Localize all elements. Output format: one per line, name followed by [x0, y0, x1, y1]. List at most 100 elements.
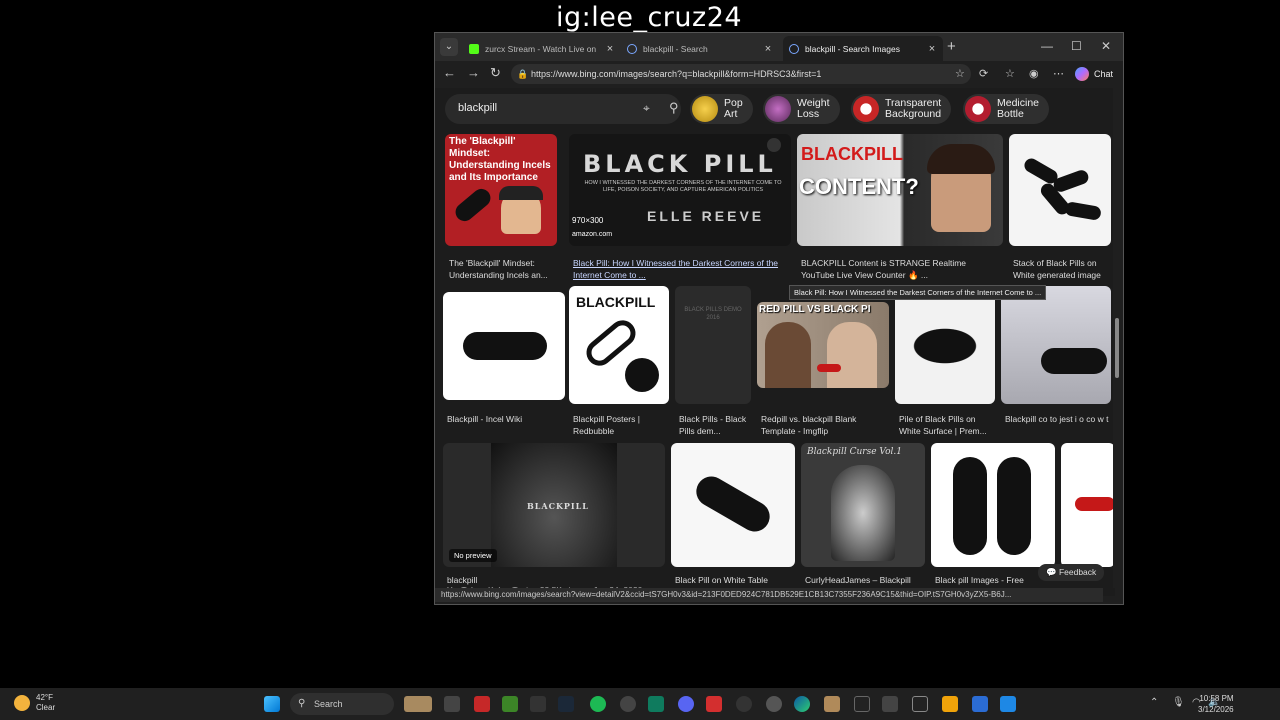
app-icon[interactable] — [648, 696, 664, 712]
taskbar-search[interactable]: ⚲ Search — [290, 693, 394, 715]
start-icon[interactable] — [264, 696, 280, 712]
app-icon[interactable] — [972, 696, 988, 712]
hover-tooltip: Black Pill: How I Witnessed the Darkest … — [789, 285, 1047, 300]
result-thumbnail — [931, 443, 1055, 567]
site-info-icon[interactable]: 🔒 — [517, 64, 528, 84]
address-bar[interactable]: 🔒 https://www.bing.com/images/search?q=b… — [511, 64, 971, 84]
tab-search-images[interactable]: blackpill - Search Images × — [783, 36, 943, 61]
visual-search-icon[interactable] — [767, 138, 781, 152]
result-caption[interactable]: Black pill Images - Free — [935, 575, 1055, 587]
steam-icon[interactable] — [558, 696, 574, 712]
chip-medicine-bottle[interactable]: Medicine Bottle — [963, 94, 1050, 124]
search-icon — [627, 43, 637, 54]
result-caption[interactable]: Black Pill: How I Witnessed the Darkest … — [573, 258, 789, 281]
result-caption[interactable]: Redpill vs. blackpill Blank Template - I… — [761, 414, 889, 437]
profile-icon[interactable]: ◉ — [1029, 67, 1039, 80]
file-explorer-icon[interactable] — [942, 696, 958, 712]
clock-date: 3/12/2026 — [1198, 705, 1234, 714]
watermark-text: ig:lee_cruz24 — [556, 2, 743, 33]
more-menu-icon[interactable]: ⋯ — [1053, 67, 1064, 80]
result-thumbnail: BLACK PILL HOW I WITNESSED THE DARKEST C… — [569, 134, 791, 246]
app-icon[interactable] — [824, 696, 840, 712]
search-icon[interactable]: ⚲ — [669, 100, 679, 116]
chip-label: Weight Loss — [797, 97, 830, 120]
result-caption[interactable]: Blackpill Posters | Redbubble — [573, 414, 669, 437]
minimize-icon[interactable]: — — [1041, 39, 1053, 53]
weather-icon — [14, 695, 30, 711]
close-tab-icon[interactable]: × — [927, 43, 937, 55]
scrollbar-thumb[interactable] — [1115, 318, 1119, 378]
app-icon[interactable] — [1000, 696, 1016, 712]
tab-search[interactable]: blackpill - Search × — [621, 36, 779, 61]
result-caption[interactable]: Stack of Black Pills on White generated … — [1013, 258, 1111, 281]
forward-icon[interactable]: → — [467, 65, 480, 80]
spotify-icon[interactable] — [590, 696, 606, 712]
extensions-icon[interactable]: ⟳ — [979, 67, 988, 80]
chip-label: Medicine Bottle — [997, 97, 1040, 120]
favorites-icon[interactable]: ☆ — [1005, 67, 1015, 80]
close-tab-icon[interactable]: × — [605, 43, 615, 55]
mic-icon[interactable]: 🎙 — [1172, 697, 1185, 708]
search-icon — [789, 43, 799, 54]
tab-actions-button[interactable]: ⌄ — [440, 38, 458, 56]
edge-icon[interactable] — [794, 696, 810, 712]
chip-label: Transparent Background — [885, 97, 942, 120]
result-thumbnail: Blackpill Curse Vol.1 — [801, 443, 925, 567]
result-caption[interactable]: CurlyHeadJames – Blackpill — [805, 575, 925, 587]
result-thumbnail — [1061, 443, 1115, 567]
favorite-star-icon[interactable]: ☆ — [955, 67, 965, 80]
obs-icon[interactable] — [620, 696, 636, 712]
tab-title: blackpill - Search — [643, 43, 708, 54]
app-icon[interactable] — [854, 696, 870, 712]
refresh-icon[interactable]: ↻ — [490, 65, 501, 81]
task-view-icon[interactable] — [444, 696, 460, 712]
feedback-button[interactable]: 💬 Feedback — [1038, 564, 1105, 581]
chip-transparent-background[interactable]: Transparent Background — [851, 94, 952, 124]
clock[interactable]: 10:58 PM 3/12/2026 — [1198, 693, 1234, 715]
bing-images-page: blackpill ⌖ ⚲ Pop Art Weight Loss Transp… — [435, 88, 1115, 596]
image-results-grid: The 'Blackpill' Mindset: Understanding I… — [435, 134, 1115, 596]
adobe-icon[interactable] — [474, 696, 490, 712]
tab-kick[interactable]: zurcx Stream - Watch Live on × — [463, 36, 621, 61]
search-highlight-icon — [404, 696, 432, 712]
app-icon[interactable] — [882, 696, 898, 712]
search-icon: ⚲ — [298, 698, 306, 709]
search-input[interactable]: blackpill ⌖ ⚲ — [445, 94, 681, 124]
url-text: https://www.bing.com/images/search?q=bla… — [531, 69, 822, 79]
result-caption[interactable]: Black Pills - Black Pills dem... — [679, 414, 751, 437]
result-caption[interactable]: Pile of Black Pills on White Surface | P… — [899, 414, 995, 437]
minecraft-icon[interactable] — [502, 696, 518, 712]
new-tab-icon[interactable]: + — [947, 38, 956, 55]
result-caption[interactable]: Blackpill - Incel Wiki — [447, 414, 565, 426]
thumbnail-text: BLACKPILL — [576, 294, 656, 310]
maximize-icon[interactable]: ☐ — [1071, 39, 1082, 53]
chip-weight-loss[interactable]: Weight Loss — [763, 94, 840, 124]
result-thumbnail: RED PILL VS BLACK PI — [757, 302, 889, 388]
result-caption[interactable]: BLACKPILL Content is STRANGE Realtime Yo… — [801, 258, 997, 281]
thumbnail-text: BLACKPILL — [801, 144, 903, 164]
app-icon[interactable] — [736, 696, 752, 712]
windows-taskbar: 42°F Clear ⚲ Search ⌃ 🎙 ◠ 🔈 10:58 PM 3/1… — [0, 688, 1280, 720]
chip-pop-art[interactable]: Pop Art — [690, 94, 753, 124]
copilot-chat-button[interactable]: Chat — [1075, 67, 1113, 81]
result-caption[interactable]: Black Pill on White Table — [675, 575, 795, 587]
visual-search-icon[interactable]: ⌖ — [643, 101, 650, 116]
chevron-up-icon[interactable]: ⌃ — [1150, 697, 1158, 708]
back-icon[interactable]: ← — [443, 65, 456, 80]
weather-widget[interactable]: 42°F Clear — [14, 693, 55, 713]
kick-icon — [469, 43, 479, 54]
stocks-icon[interactable] — [912, 696, 928, 712]
weather-condition: Clear — [36, 703, 56, 712]
close-window-icon[interactable]: ✕ — [1101, 39, 1111, 53]
close-tab-icon[interactable]: × — [763, 43, 773, 55]
result-caption[interactable]: The 'Blackpill' Mindset: Understanding I… — [449, 258, 557, 281]
thumbnail-text: BLACKPILL — [527, 501, 589, 511]
chip-label: Pop Art — [724, 97, 743, 120]
result-thumbnail: BLACKPILL CONTENT? — [797, 134, 1003, 246]
discord-icon[interactable] — [678, 696, 694, 712]
app-icon[interactable] — [706, 696, 722, 712]
app-icon[interactable] — [766, 696, 782, 712]
result-caption[interactable]: Blackpill co to jest i o co w t — [1005, 414, 1109, 426]
epic-games-icon[interactable] — [530, 696, 546, 712]
page-scrollbar[interactable] — [1113, 88, 1122, 588]
